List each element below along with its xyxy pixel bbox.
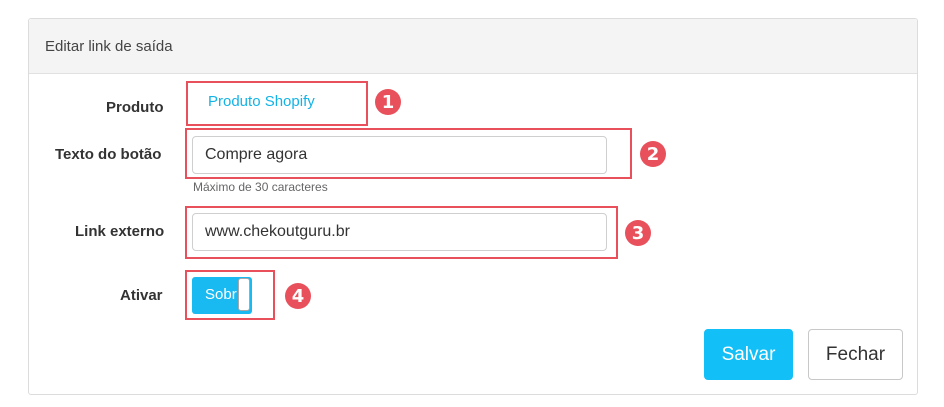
- product-label: Produto: [106, 99, 164, 116]
- button-text-label: Texto do botão: [55, 146, 162, 163]
- activate-label: Ativar: [120, 287, 163, 304]
- annotation-box-2: [185, 128, 632, 179]
- annotation-box-3: [185, 206, 618, 259]
- annotation-box-4: [185, 270, 275, 320]
- button-text-hint: Máximo de 30 caracteres: [193, 180, 328, 194]
- annotation-badge-3: 3: [625, 220, 651, 246]
- close-button[interactable]: Fechar: [808, 329, 903, 380]
- annotation-badge-2: 2: [640, 141, 666, 167]
- annotation-box-1: [186, 81, 368, 126]
- modal-title: Editar link de saída: [45, 37, 173, 55]
- external-link-label: Link externo: [75, 223, 165, 240]
- annotation-badge-1: 1: [375, 89, 401, 115]
- modal-header: Editar link de saída: [29, 19, 917, 74]
- annotation-badge-4: 4: [285, 283, 311, 309]
- save-button[interactable]: Salvar: [704, 329, 793, 380]
